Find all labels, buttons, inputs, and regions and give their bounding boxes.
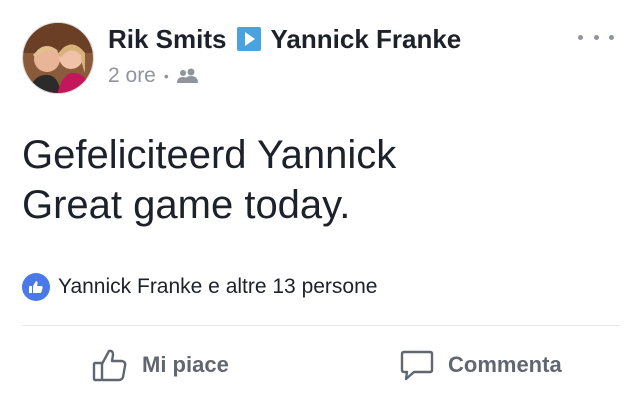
like-label: Mi piace [142,352,229,377]
post-meta: 2 ore • [108,62,199,90]
comment-label: Commenta [448,352,562,377]
avatar-photo [23,23,93,93]
more-dot-icon [578,34,583,40]
like-badge-icon [22,273,50,301]
more-dot-icon [609,34,614,40]
reactions-summary[interactable]: Yannick Franke e altre 13 persone [22,270,377,304]
friends-icon[interactable] [176,68,199,84]
comment-button[interactable]: Commenta [400,344,562,386]
thumbs-up-outline-icon [92,349,127,382]
reactions-text[interactable]: Yannick Franke e altre 13 persone [58,275,377,299]
arrow-right-icon [236,27,261,51]
more-dot-icon [593,34,599,40]
actions-divider [22,325,620,326]
post-message: Gefeliciteerd Yannick Great game today. [22,130,622,230]
post-text-line: Gefeliciteerd Yannick [22,133,397,177]
comment-bubble-icon [400,350,434,381]
thumbs-up-icon [29,281,43,293]
more-options-button[interactable] [578,26,614,48]
author-avatar[interactable] [22,22,94,94]
meta-separator: • [163,68,169,84]
post-timestamp[interactable]: 2 ore [108,64,156,88]
recipient-name[interactable]: Yannick Franke [271,24,462,55]
post-header-names: Rik Smits Yannick Franke [108,22,461,56]
author-name[interactable]: Rik Smits [108,24,227,55]
post-text-line: Great game today. [22,183,351,227]
like-button[interactable]: Mi piace [92,344,229,386]
